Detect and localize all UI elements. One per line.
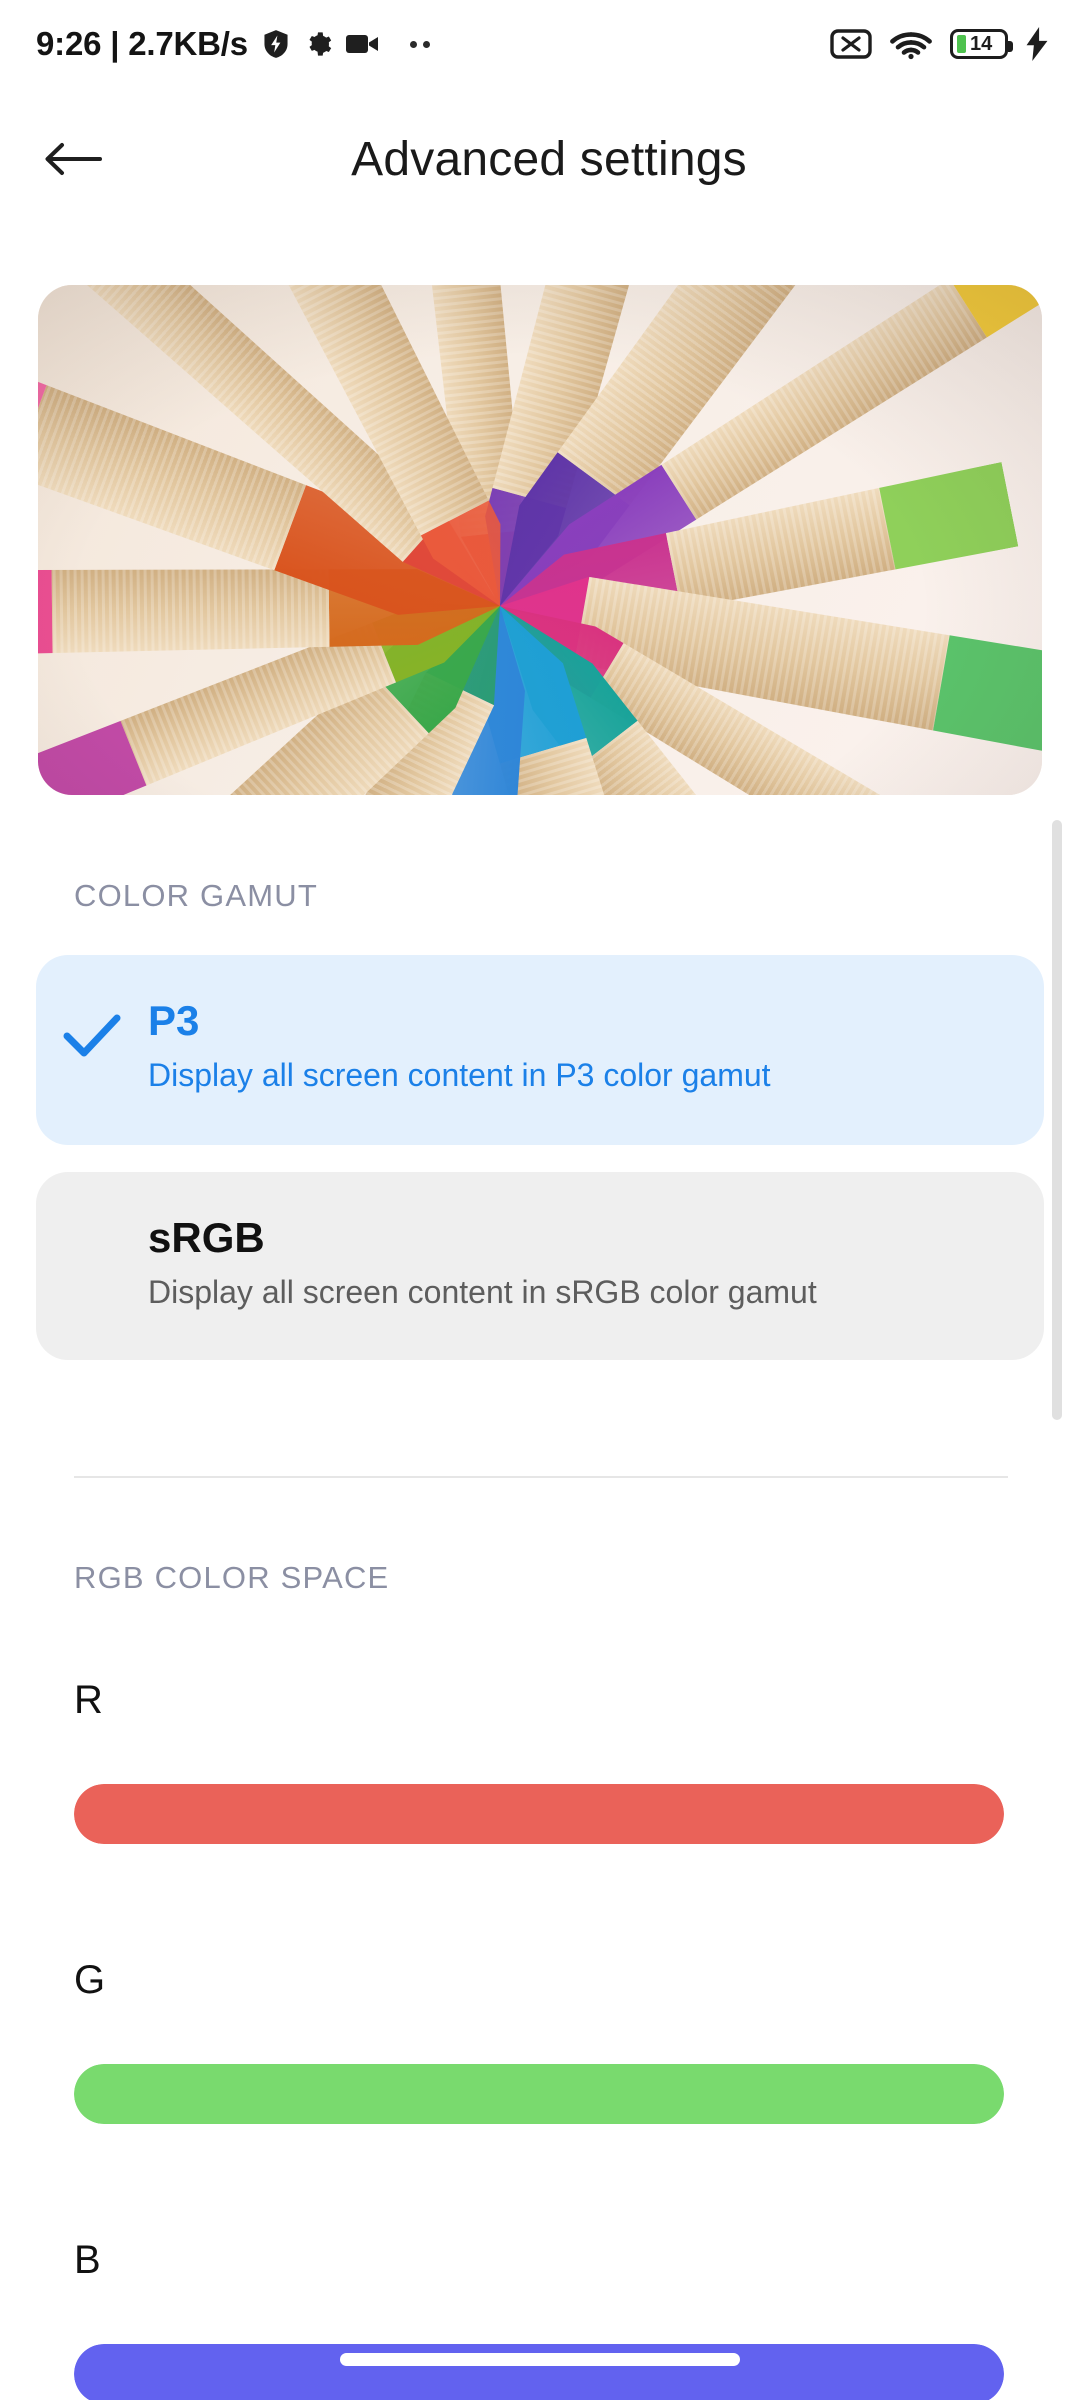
vertical-scrollbar[interactable] [1052, 820, 1062, 1420]
more-dots-icon [409, 40, 430, 48]
checkmark-icon [63, 1014, 121, 1057]
phone-screen: 9:26 | 2.7KB/s 14 Advanced settings COLO… [0, 0, 1080, 2400]
gamut-option-p3-title: P3 [148, 997, 200, 1044]
video-camera-icon [345, 32, 380, 56]
battery-icon: 14 [950, 29, 1013, 59]
rgb-slider-g-fill[interactable] [74, 2064, 1004, 2124]
charging-bolt-icon [1024, 27, 1050, 61]
status-clock: 9:26 | 2.7KB/s [36, 25, 248, 62]
rgb-slider-r-label: R [74, 1678, 103, 1722]
status-bar-left: 9:26 | 2.7KB/s [36, 25, 430, 63]
section-divider [74, 1476, 1008, 1478]
gamut-option-srgb-text: sRGB Display all screen content in sRGB … [148, 1198, 817, 1311]
rgb-slider-b-label: B [74, 2238, 101, 2282]
check-column [36, 981, 148, 1059]
status-bar: 9:26 | 2.7KB/s 14 [0, 0, 1080, 88]
gamut-option-p3[interactable]: P3 Display all screen content in P3 colo… [36, 955, 1044, 1145]
app-bar: Advanced settings [0, 88, 1080, 230]
battery-level-fill [957, 35, 966, 53]
status-left-icon-group [262, 29, 430, 59]
rgb-slider-g-track[interactable] [74, 2064, 1004, 2124]
rgb-slider-r-track[interactable] [74, 1784, 1004, 1844]
status-bar-right: 14 [830, 27, 1050, 61]
wifi-icon [888, 27, 934, 61]
rgb-slider-r-fill[interactable] [74, 1784, 1004, 1844]
sim-card-off-icon [830, 28, 872, 60]
gamut-option-p3-subtitle: Display all screen content in P3 color g… [148, 1057, 771, 1094]
back-button[interactable] [18, 104, 128, 214]
section-label-color-gamut: COLOR GAMUT [74, 878, 318, 913]
gamut-option-srgb[interactable]: sRGB Display all screen content in sRGB … [36, 1172, 1044, 1360]
gamut-option-srgb-title: sRGB [148, 1214, 265, 1261]
gamut-option-srgb-subtitle: Display all screen content in sRGB color… [148, 1274, 817, 1311]
rgb-slider-b: B [74, 2240, 1034, 2400]
page-title: Advanced settings [351, 132, 747, 186]
home-gesture-bar[interactable] [340, 2353, 740, 2366]
rgb-slider-g: G [74, 1960, 1034, 2124]
back-arrow-icon [45, 143, 102, 175]
check-column-empty [36, 1198, 148, 1230]
section-label-rgb-color-space: RGB COLOR SPACE [74, 1560, 390, 1595]
gear-icon [304, 30, 332, 58]
battery-level-text: 14 [970, 33, 993, 55]
scrollbar-thumb[interactable] [1052, 820, 1062, 1420]
rgb-slider-r: R [74, 1680, 1034, 1844]
rgb-slider-g-label: G [74, 1958, 106, 2002]
gamut-option-p3-text: P3 Display all screen content in P3 colo… [148, 981, 771, 1094]
color-preview-image [38, 285, 1042, 795]
shield-icon [262, 29, 290, 59]
